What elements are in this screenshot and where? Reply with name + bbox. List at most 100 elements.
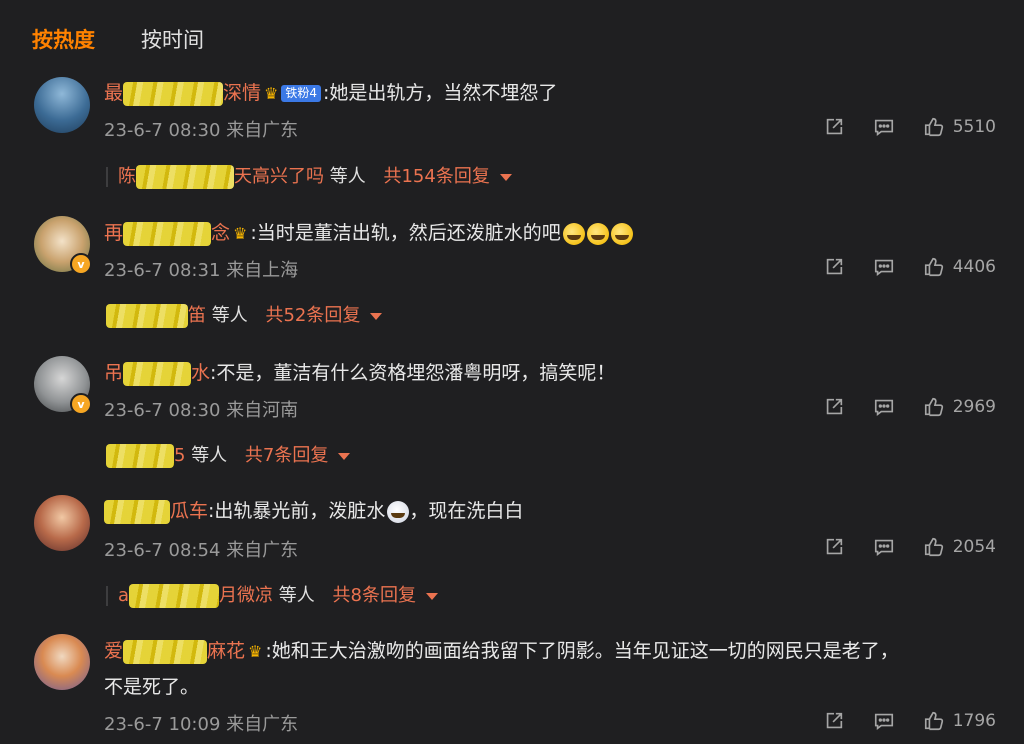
redaction-mark <box>136 165 234 189</box>
redaction-mark <box>123 361 192 386</box>
comment-actions: 1796 <box>823 710 996 732</box>
username[interactable]: 瓜车 <box>104 499 208 524</box>
username[interactable]: 吊水 <box>104 361 210 386</box>
verified-badge-icon: v <box>70 253 92 275</box>
like-button[interactable]: 2969 <box>923 396 996 418</box>
comment-text: :她是出轨方，当然不埋怨了 <box>323 82 558 104</box>
ghost-emoji-icon <box>387 500 410 523</box>
comment-text-line2: 不是死了。 <box>104 676 200 698</box>
like-button[interactable]: 4406 <box>923 256 996 278</box>
comment-text: :当时是董洁出轨，然后还泼脏水的吧 <box>250 222 561 244</box>
comment-button[interactable] <box>873 256 895 278</box>
share-icon <box>826 712 842 729</box>
share-button[interactable] <box>823 536 845 558</box>
comment-text: :她和王大治激吻的画面给我留下了阴影。当年见证这一切的网民只是老了， <box>265 640 899 662</box>
crown-icon: ♛ <box>248 641 263 661</box>
redaction-mark <box>123 81 224 106</box>
like-count: 5510 <box>952 117 996 137</box>
tab-by-time[interactable]: 按时间 <box>141 24 204 54</box>
share-icon <box>826 118 842 135</box>
reply-people-label: 等人 <box>191 445 228 466</box>
reply-users[interactable]: 陈天高兴了吗 <box>118 165 324 189</box>
comment-actions: 5510 <box>823 116 996 138</box>
like-count: 1796 <box>952 711 996 731</box>
comment-actions: 2969 <box>823 396 996 418</box>
reply-summary[interactable]: 笛 等人 共52条回复 <box>106 301 383 328</box>
comment-meta: 23-6-7 10:09 来自广东 <box>104 714 299 735</box>
thumbs-up-icon <box>924 537 943 557</box>
caret-down-icon[interactable] <box>338 452 351 460</box>
comment-body: 吊水:不是，董洁有什么资格埋怨潘粤明呀，搞笑呢！ <box>104 359 615 387</box>
caret-down-icon[interactable] <box>370 312 383 320</box>
reply-summary[interactable]: 陈天高兴了吗 等人 共154条回复 <box>106 162 512 189</box>
avatar[interactable] <box>34 634 90 690</box>
username[interactable]: 爱麻花 <box>104 639 245 664</box>
reply-count[interactable]: 共7条回复 <box>245 445 328 466</box>
caret-down-icon[interactable] <box>499 173 512 181</box>
caret-down-icon[interactable] <box>425 592 438 600</box>
avatar[interactable] <box>34 77 90 133</box>
share-icon <box>826 538 842 555</box>
avatar[interactable] <box>34 495 90 551</box>
like-count: 2969 <box>952 397 996 417</box>
divider <box>106 167 108 187</box>
comment-meta: 23-6-7 08:54 来自广东 <box>104 540 299 561</box>
fan-badge: 铁粉4 <box>281 85 322 102</box>
comment-meta: 23-6-7 08:31 来自上海 <box>104 260 299 281</box>
like-count: 2054 <box>952 537 996 557</box>
redaction-mark <box>129 584 220 608</box>
reply-count[interactable]: 共154条回复 <box>383 166 489 187</box>
comment-body: 爱麻花 ♛:她和王大治激吻的画面给我留下了阴影。当年见证这一切的网民只是老了， <box>104 637 899 666</box>
laugh-cry-emoji-icon <box>610 222 633 245</box>
like-button[interactable]: 5510 <box>923 116 996 138</box>
sort-tabs: 按热度 按时间 <box>32 24 204 54</box>
comment-icon <box>874 399 893 416</box>
comment-button[interactable] <box>873 536 895 558</box>
share-button[interactable] <box>823 396 845 418</box>
reply-users[interactable]: 笛 <box>106 304 206 328</box>
reply-summary[interactable]: 5 等人 共7条回复 <box>106 441 351 468</box>
comment-icon <box>874 539 893 556</box>
laugh-cry-emoji-icon <box>586 222 609 245</box>
crown-icon: ♛ <box>264 83 279 103</box>
comment-meta: 23-6-7 08:30 来自广东 <box>104 120 299 141</box>
comment-icon <box>874 119 893 136</box>
divider <box>106 586 108 606</box>
comment-button[interactable] <box>873 396 895 418</box>
share-button[interactable] <box>823 256 845 278</box>
like-count: 4406 <box>952 257 996 277</box>
reply-count[interactable]: 共8条回复 <box>333 585 416 606</box>
share-icon <box>826 258 842 275</box>
like-button[interactable]: 1796 <box>923 710 996 732</box>
redaction-mark <box>106 444 174 468</box>
tab-by-hot[interactable]: 按热度 <box>32 24 95 54</box>
comment-icon <box>874 259 893 276</box>
share-button[interactable] <box>823 710 845 732</box>
reply-users[interactable]: 5 <box>106 444 185 468</box>
redaction-mark <box>104 499 170 524</box>
like-button[interactable]: 2054 <box>923 536 996 558</box>
share-button[interactable] <box>823 116 845 138</box>
crown-icon: ♛ <box>233 223 248 243</box>
comment-button[interactable] <box>873 710 895 732</box>
reply-users[interactable]: a 月微凉 <box>118 584 273 608</box>
comment-meta: 23-6-7 08:30 来自河南 <box>104 400 299 421</box>
reply-count[interactable]: 共52条回复 <box>265 305 360 326</box>
comment-actions: 2054 <box>823 536 996 558</box>
reply-people-label: 等人 <box>329 166 366 187</box>
laugh-cry-emoji-icon <box>562 222 585 245</box>
reply-people-label: 等人 <box>278 585 315 606</box>
reply-summary[interactable]: a 月微凉 等人 共8条回复 <box>106 581 438 608</box>
comment-body: 最深情 ♛ 铁粉4:她是出轨方，当然不埋怨了 <box>104 79 557 108</box>
thumbs-up-icon <box>924 711 943 731</box>
reply-people-label: 等人 <box>211 305 248 326</box>
username[interactable]: 再念 <box>104 221 230 246</box>
redaction-mark <box>123 221 212 246</box>
comment-button[interactable] <box>873 116 895 138</box>
thumbs-up-icon <box>924 397 943 417</box>
redaction-mark <box>106 304 188 328</box>
comment-text: :出轨暴光前，泼脏水 <box>208 500 386 522</box>
comment-text: :不是，董洁有什么资格埋怨潘粤明呀，搞笑呢！ <box>210 362 616 384</box>
comment-body: 瓜车:出轨暴光前，泼脏水 ，现在洗白白 <box>104 497 523 525</box>
username[interactable]: 最深情 <box>104 81 261 106</box>
